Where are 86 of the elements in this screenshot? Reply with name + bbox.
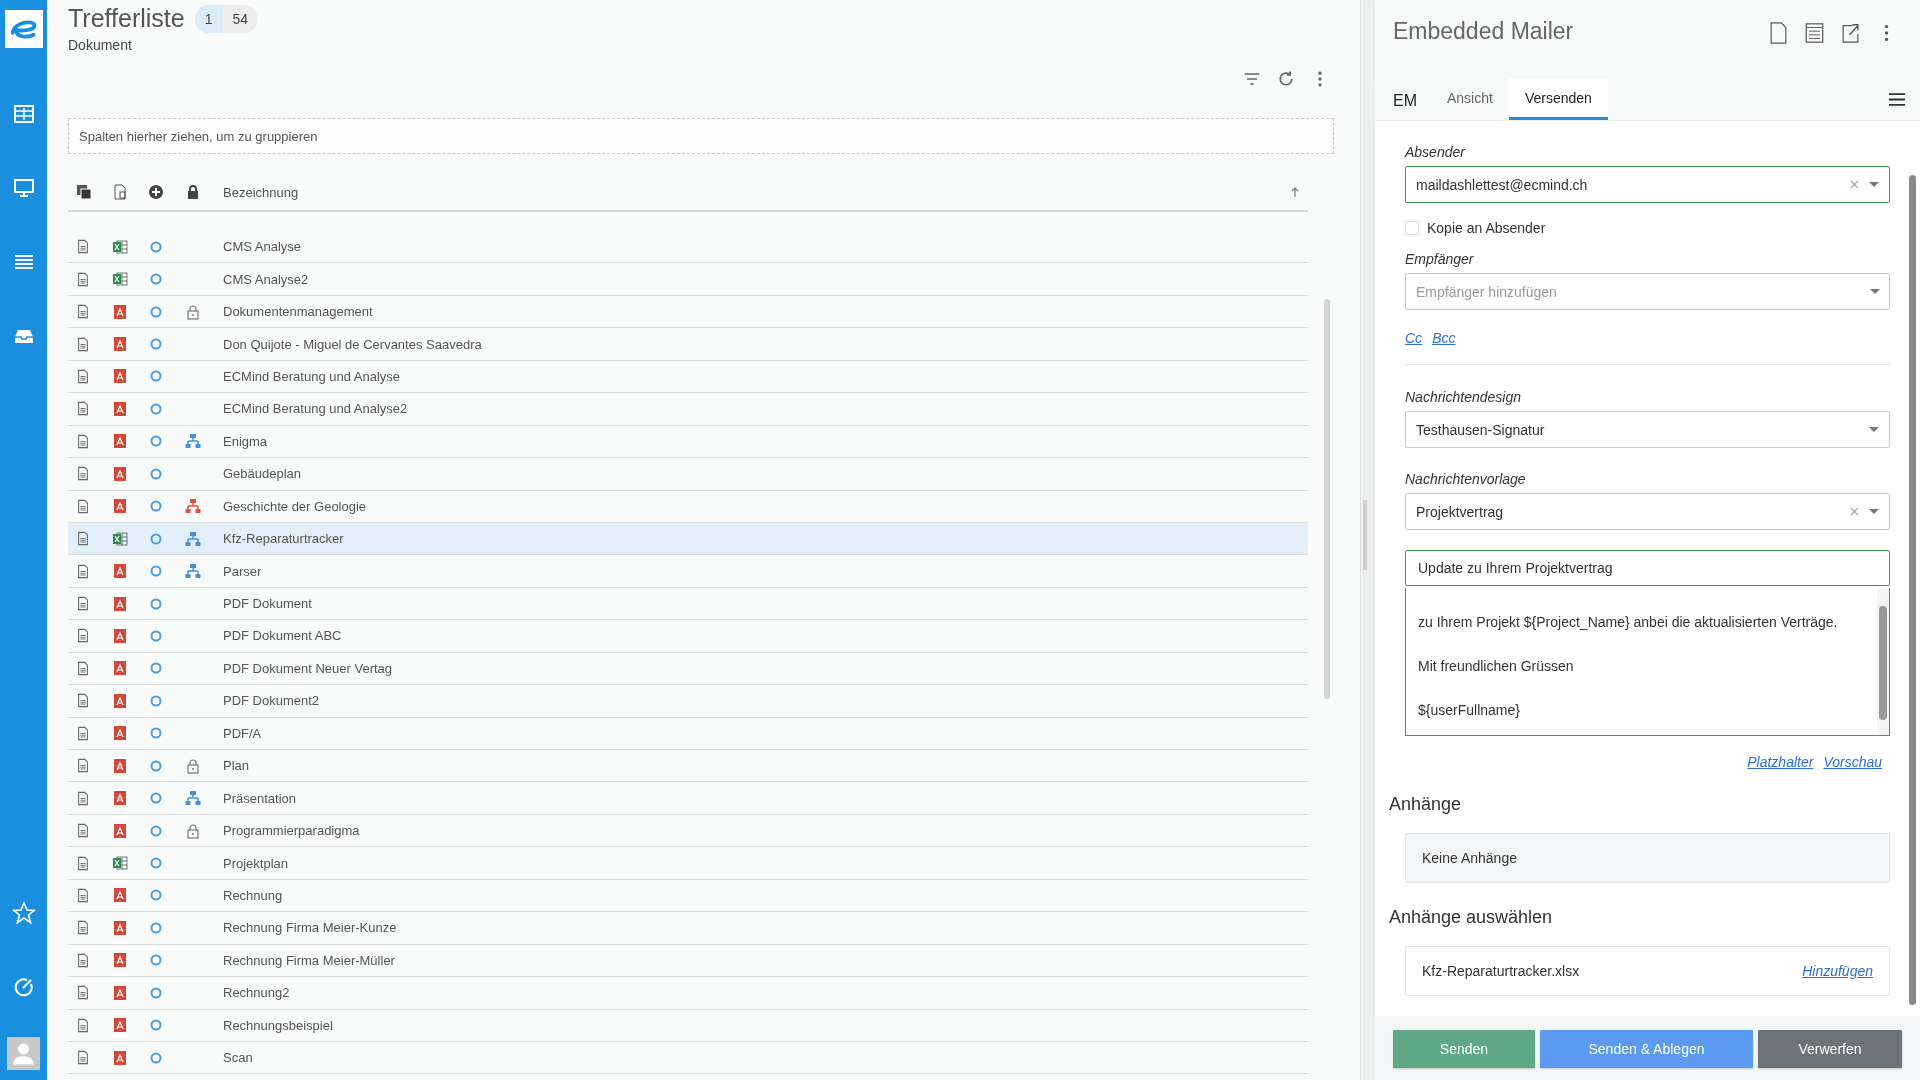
table-row[interactable]: Rechnungsbeispiel (68, 1009, 1308, 1042)
link[interactable]: Bcc (1432, 330, 1456, 346)
field-label: Nachrichtendesign (1405, 389, 1522, 405)
app-label: EM (1393, 92, 1417, 110)
table-row[interactable]: Präsentation (68, 782, 1308, 815)
tab[interactable]: Ansicht (1431, 78, 1509, 120)
table-row[interactable]: Enigma (68, 425, 1308, 459)
document-name: Präsentation (223, 790, 296, 806)
subject-field[interactable]: Update zu Ihrem Projektvertrag (1405, 550, 1890, 586)
table-row[interactable]: Rechnung Firma Meier-Kunze (68, 912, 1308, 945)
message-line: Mit freundlichen Grüssen (1418, 658, 1575, 674)
document-name: Rechnung (223, 887, 283, 903)
table-row[interactable]: Don Quijote - Miguel de Cervantes Saavedra (68, 328, 1308, 361)
empty-message: Keine Anhänge (1422, 850, 1517, 866)
table-row[interactable]: CMS Analyse2 (68, 263, 1308, 296)
section-heading: Anhänge auswählen (1389, 907, 1554, 928)
column-header[interactable]: Bezeichnung (223, 184, 1290, 200)
document-name: Plan (223, 758, 250, 774)
action-button[interactable]: Verwerfen (1758, 1030, 1902, 1068)
template-select[interactable]: Projektvertrag (1405, 493, 1890, 530)
table-row[interactable]: PDF Dokument Neuer Vertag (68, 652, 1308, 686)
link[interactable]: Platzhalter (1747, 754, 1814, 770)
table-row[interactable]: CMS Analyse (68, 231, 1308, 264)
document-name: ECMind Beratung und Analyse2 (223, 401, 408, 417)
document-name: Enigma (223, 433, 268, 449)
document-name: Parser (223, 563, 262, 579)
table-row[interactable]: Geschichte der Geologie (68, 490, 1308, 523)
document-name: Scan (223, 1050, 253, 1066)
design-select[interactable]: Testhausen-Signatur (1405, 411, 1890, 448)
table-row[interactable]: Parser (68, 555, 1308, 588)
table-row[interactable]: Rechnung (68, 879, 1308, 913)
checkbox-label: Kopie an Absender (1427, 220, 1546, 236)
document-name: Geschichte der Geologie (223, 498, 367, 514)
field-label: Nachrichtenvorlage (1405, 471, 1527, 487)
document-name: Don Quijote - Miguel de Cervantes Saavedra (223, 336, 482, 352)
table-row[interactable]: Rechnung Firma Meier-Müller (68, 944, 1308, 978)
table-row[interactable]: Kfz-Reparaturtracker (68, 522, 1308, 556)
table-row[interactable]: Scan (68, 1041, 1308, 1075)
tab[interactable]: Versenden (1508, 78, 1608, 120)
document-name: Dokumentenmanagement (223, 304, 373, 320)
table-row[interactable]: Dokumentenmanagement (68, 295, 1308, 329)
table-row[interactable]: Gebäudeplan (68, 458, 1308, 491)
message-line: zu Ihrem Projekt ${Project_Name} anbei die aktualisierten Verträge. (1418, 614, 1839, 630)
table-row[interactable]: Programmierparadigma (68, 814, 1308, 848)
link[interactable]: Cc (1405, 330, 1423, 346)
panel-title: Embedded Mailer (1393, 18, 1574, 45)
document-name: Gebäudeplan (223, 466, 302, 482)
document-name: Programmierparadigma (223, 823, 360, 839)
add-link[interactable]: Hinzufügen (1802, 963, 1873, 979)
section-heading: Anhänge (1389, 794, 1463, 815)
document-name: Projektplan (223, 855, 289, 871)
page-subtitle: Dokument (68, 37, 133, 53)
table-row[interactable]: Rechnung2 (68, 977, 1308, 1010)
table-row[interactable]: PDF Dokument (68, 587, 1308, 621)
table-row[interactable]: PDF Dokument ABC (68, 620, 1308, 653)
document-name: Rechnung2 (223, 985, 290, 1001)
document-name: PDF/A (223, 725, 262, 741)
document-name: Rechnung Firma Meier-Müller (223, 952, 395, 968)
document-name: PDF Dokument2 (223, 693, 320, 709)
count-segment[interactable]: 54 (222, 4, 259, 33)
file-name: Kfz-Reparaturtracker.xlsx (1422, 963, 1580, 979)
recipient-field[interactable]: Empfänger hinzufügen (1405, 273, 1890, 310)
table-row[interactable]: ECMind Beratung und Analyse2 (68, 393, 1308, 426)
page-title: Trefferliste (68, 4, 185, 33)
link[interactable]: Vorschau (1823, 754, 1882, 770)
document-name: ECMind Beratung und Analyse (223, 368, 401, 384)
count-segment[interactable]: 1 (194, 4, 223, 33)
field-label: Empfänger (1405, 251, 1475, 267)
document-name: PDF Dokument ABC (223, 628, 342, 644)
document-name: Rechnung Firma Meier-Kunze (223, 920, 397, 936)
document-name: Rechnungsbeispiel (223, 1017, 333, 1033)
document-name: PDF Dokument Neuer Vertag (223, 660, 393, 676)
document-name: PDF Dokument (223, 596, 312, 612)
message-field[interactable]: zu Ihrem Projekt ${Project_Name} anbei die aktualisierten Verträge. Mit freundlichen Grüssen ${userFullname} (1405, 588, 1890, 736)
group-drop-zone[interactable]: Spalten hierher ziehen, um zu gruppieren (68, 118, 1334, 154)
document-name: CMS Analyse (223, 239, 302, 255)
table-row[interactable]: PDF/A (68, 717, 1308, 750)
sender-select[interactable]: maildashlettest@ecmind.ch (1405, 166, 1890, 203)
message-line: ${userFullname} (1418, 702, 1521, 718)
document-name: CMS Analyse2 (223, 271, 309, 287)
table-row[interactable]: Plan (68, 750, 1308, 783)
field-label: Absender (1405, 144, 1467, 160)
table-row[interactable]: PDF Dokument2 (68, 685, 1308, 718)
table-row[interactable]: Projektplan (68, 847, 1308, 880)
document-name: Kfz-Reparaturtracker (223, 531, 344, 547)
table-row[interactable]: ECMind Beratung und Analyse (68, 360, 1308, 394)
